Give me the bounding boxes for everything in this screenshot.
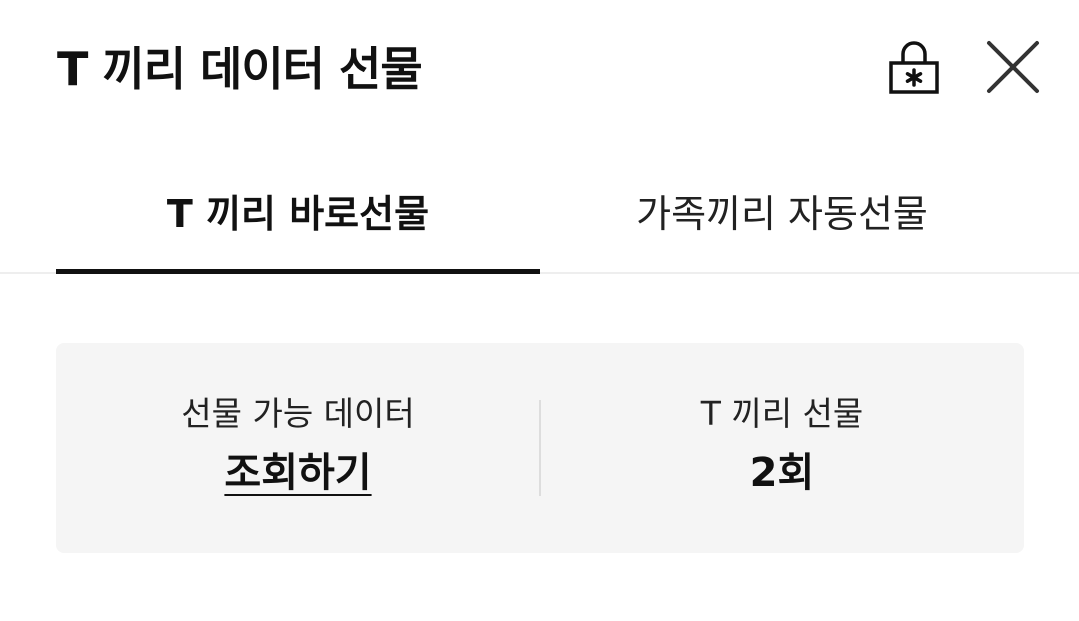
gift-summary-card: 선물 가능 데이터 조회하기 T 끼리 선물 2회 bbox=[56, 343, 1024, 553]
lock-button[interactable] bbox=[884, 36, 944, 98]
page-title: T 끼리 데이터 선물 bbox=[57, 42, 423, 96]
tab-label: T 끼리 바로선물 bbox=[166, 191, 430, 236]
close-icon bbox=[987, 41, 1039, 93]
available-data-section: 선물 가능 데이터 조회하기 bbox=[56, 343, 540, 553]
tab-t-direct-gift[interactable]: T 끼리 바로선물 bbox=[56, 150, 540, 274]
active-tab-indicator bbox=[56, 269, 540, 274]
lock-asterisk-icon bbox=[889, 41, 939, 94]
close-button[interactable] bbox=[982, 38, 1044, 98]
check-available-data-link[interactable]: 조회하기 bbox=[224, 450, 371, 496]
tab-family-auto-gift[interactable]: 가족끼리 자동선물 bbox=[540, 150, 1024, 274]
tab-label: 가족끼리 자동선물 bbox=[636, 191, 928, 236]
gift-count-value: 2회 bbox=[749, 450, 815, 496]
dialog-header: T 끼리 데이터 선물 bbox=[0, 0, 1079, 140]
tab-bar: T 끼리 바로선물 가족끼리 자동선물 bbox=[0, 150, 1079, 274]
gift-count-section: T 끼리 선물 2회 bbox=[540, 343, 1024, 553]
available-data-value-wrapper: 조회하기 bbox=[56, 447, 540, 499]
gift-count-label: T 끼리 선물 bbox=[700, 394, 864, 433]
available-data-label: 선물 가능 데이터 bbox=[181, 394, 415, 433]
